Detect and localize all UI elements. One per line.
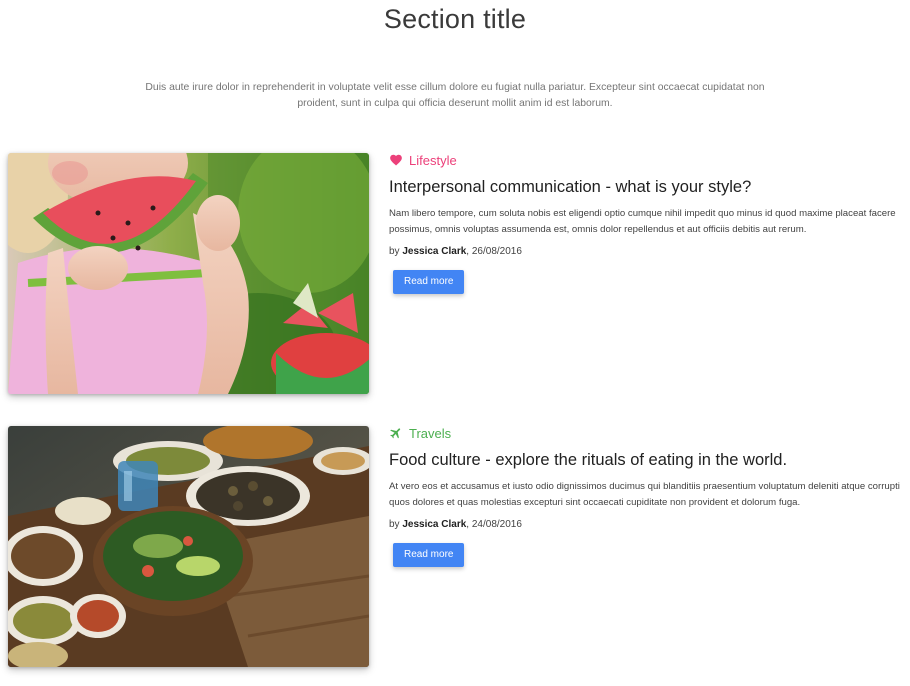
post-body: Travels Food culture - explore the ritua… (389, 426, 904, 567)
author-name[interactable]: Jessica Clark (402, 246, 466, 257)
section-title: Section title (383, 4, 527, 34)
post-meta: by Jessica Clark, 24/08/2016 (389, 517, 904, 533)
post-category[interactable]: Travels (389, 425, 904, 441)
read-more-button[interactable]: Read more (393, 270, 465, 294)
food-table-photo (8, 426, 369, 667)
post-title[interactable]: Interpersonal communication - what is yo… (389, 177, 904, 197)
post-meta: by Jessica Clark, 26/08/2016 (389, 244, 904, 260)
watermelon-photo (8, 153, 369, 394)
section-description: Duis aute irure dolor in reprehenderit i… (145, 82, 765, 109)
plane-icon (389, 426, 403, 440)
read-more-button[interactable]: Read more (393, 543, 465, 567)
heart-icon (389, 153, 403, 167)
post-excerpt: At vero eos et accusamus et iusto odio d… (389, 481, 900, 508)
category-label: Travels (409, 425, 452, 441)
by-label: by (389, 246, 403, 257)
by-label: by (389, 519, 403, 530)
post-date: , 24/08/2016 (466, 519, 522, 530)
post-title[interactable]: Food culture - explore the rituals of ea… (389, 450, 904, 470)
category-label: Lifestyle (409, 152, 457, 168)
post-image-food[interactable] (8, 426, 369, 667)
post-excerpt: Nam libero tempore, cum soluta nobis est… (389, 208, 896, 235)
author-name[interactable]: Jessica Clark (402, 519, 466, 530)
post-image-watermelon[interactable] (8, 153, 369, 394)
post-date: , 26/08/2016 (466, 246, 522, 257)
post-body: Lifestyle Interpersonal communication - … (389, 153, 904, 294)
post-category[interactable]: Lifestyle (389, 152, 904, 168)
